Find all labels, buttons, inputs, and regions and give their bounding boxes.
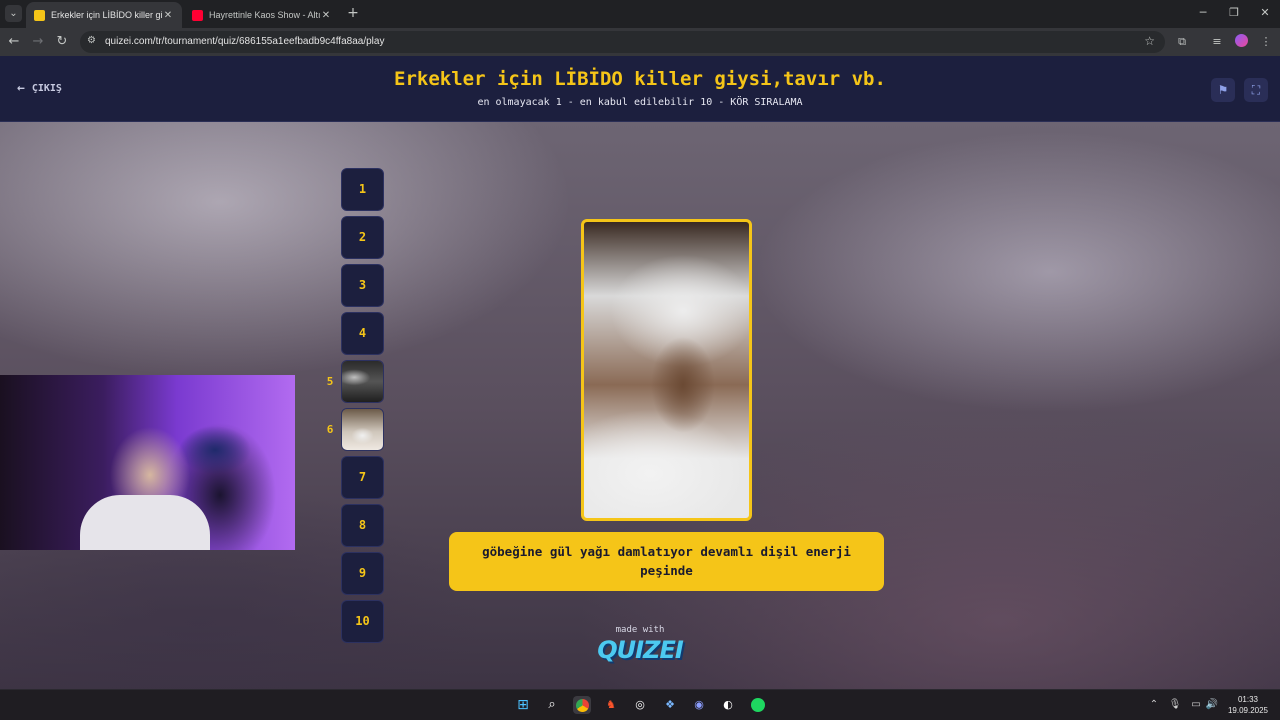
page-subtitle: en olmayacak 1 - en kabul edilebilir 10 … xyxy=(477,97,803,108)
url-text[interactable]: quizei.com/tr/tournament/quiz/686155a1ee… xyxy=(105,36,384,47)
current-item-caption: göbeğine gül yağı damlatıyor devamlı diş… xyxy=(449,532,884,591)
close-tab-icon[interactable]: ✕ xyxy=(320,10,332,21)
rank-slot-7[interactable]: 7 xyxy=(341,456,384,499)
address-bar[interactable]: ⚙ quizei.com/tr/tournament/quiz/686155a1… xyxy=(80,31,1165,53)
microphone-icon[interactable]: 🎙 xyxy=(1168,699,1182,710)
clock-date: 19.09.2025 xyxy=(1227,706,1269,715)
page-title: Erkekler için LİBİDO killer giysi,tavır … xyxy=(394,68,886,90)
tab-title: Erkekler için LİBİDO killer giysi,t xyxy=(51,10,162,20)
back-icon[interactable]: ← xyxy=(6,34,22,50)
display-icon[interactable]: ▭ xyxy=(1189,699,1203,710)
windows-start-icon[interactable]: ⊞ xyxy=(514,696,532,714)
spotify-icon[interactable] xyxy=(749,696,767,714)
close-window-icon[interactable]: ✕ xyxy=(1257,6,1273,19)
app-icon[interactable]: ◎ xyxy=(631,696,649,714)
rank-slot-3[interactable]: 3 xyxy=(341,264,384,307)
restore-icon[interactable]: ❐ xyxy=(1226,6,1242,19)
rank-slot-4[interactable]: 4 xyxy=(341,312,384,355)
webcam-person xyxy=(80,495,210,550)
tab-strip: ⌄ Erkekler için LİBİDO killer giysi,t ✕ … xyxy=(0,0,1280,28)
forward-icon[interactable]: → xyxy=(30,34,46,50)
fullscreen-icon[interactable]: ⛶ xyxy=(1244,78,1268,102)
app-icon[interactable]: ◐ xyxy=(719,696,737,714)
rank-slot-8[interactable]: 8 xyxy=(341,504,384,547)
quiz-header: ← ÇIKIŞ Erkekler için LİBİDO killer giys… xyxy=(0,56,1280,122)
menu-icon[interactable]: ⋮ xyxy=(1259,35,1273,48)
rank-slot-9[interactable]: 9 xyxy=(341,552,384,595)
discord-icon[interactable]: ◉ xyxy=(690,696,708,714)
made-with-label: made with xyxy=(615,625,665,635)
webcam-overlay xyxy=(0,375,295,550)
rank-slot-10[interactable]: 10 xyxy=(341,600,384,643)
flag-icon[interactable]: ⚑ xyxy=(1211,78,1235,102)
current-item-image[interactable] xyxy=(581,219,752,521)
site-info-icon[interactable]: ⚙ xyxy=(87,35,96,46)
volume-icon[interactable]: 🔊 xyxy=(1205,699,1219,710)
system-clock[interactable]: 01:33 19.09.2025 xyxy=(1222,694,1274,716)
rank-slot-6[interactable] xyxy=(341,408,384,451)
rank-thumbnail xyxy=(342,409,383,450)
extensions-icon[interactable]: ⧉ xyxy=(1175,35,1189,49)
reload-icon[interactable]: ↻ xyxy=(54,34,70,50)
rank-thumbnail xyxy=(342,361,383,402)
tab-quiz[interactable]: Erkekler için LİBİDO killer giysi,t ✕ xyxy=(26,2,182,28)
rank-slot-1[interactable]: 1 xyxy=(341,168,384,211)
rank-number-6: 6 xyxy=(326,423,334,436)
search-icon[interactable]: ⌕ xyxy=(543,696,561,714)
chevron-up-icon[interactable]: ⌃ xyxy=(1147,699,1161,710)
profile-avatar[interactable] xyxy=(1235,34,1248,47)
browser-toolbar: ← → ↻ ⚙ quizei.com/tr/tournament/quiz/68… xyxy=(0,28,1280,56)
taskbar: ⊞ ⌕ ♞ ◎ ❖ ◉ ◐ ⌃ 🎙 ▭ 🔊 01:33 19.09.2025 xyxy=(0,689,1280,720)
rank-slot-5[interactable] xyxy=(341,360,384,403)
rank-slot-2[interactable]: 2 xyxy=(341,216,384,259)
new-tab-button[interactable]: + xyxy=(345,5,361,21)
tab-youtube[interactable]: Hayrettinle Kaos Show - Altın ç ✕ xyxy=(184,2,340,28)
star-icon[interactable]: ☆ xyxy=(1144,34,1155,48)
youtube-favicon-icon xyxy=(192,9,203,21)
brave-icon[interactable]: ♞ xyxy=(602,696,620,714)
quizei-favicon-icon xyxy=(34,9,45,21)
quizei-logo[interactable]: QUIZEI xyxy=(596,636,684,664)
clock-time: 01:33 xyxy=(1237,695,1259,704)
minimize-icon[interactable]: ─ xyxy=(1195,6,1211,19)
chrome-icon[interactable] xyxy=(573,696,591,714)
quiz-page: ← ÇIKIŞ Erkekler için LİBİDO killer giys… xyxy=(0,56,1280,689)
app-icon[interactable]: ❖ xyxy=(661,696,679,714)
media-icon[interactable]: ≡ xyxy=(1210,35,1224,48)
tab-search-icon[interactable]: ⌄ xyxy=(5,5,22,22)
close-tab-icon[interactable]: ✕ xyxy=(162,10,174,21)
tab-title: Hayrettinle Kaos Show - Altın ç xyxy=(209,10,320,20)
rank-number-5: 5 xyxy=(326,375,334,388)
